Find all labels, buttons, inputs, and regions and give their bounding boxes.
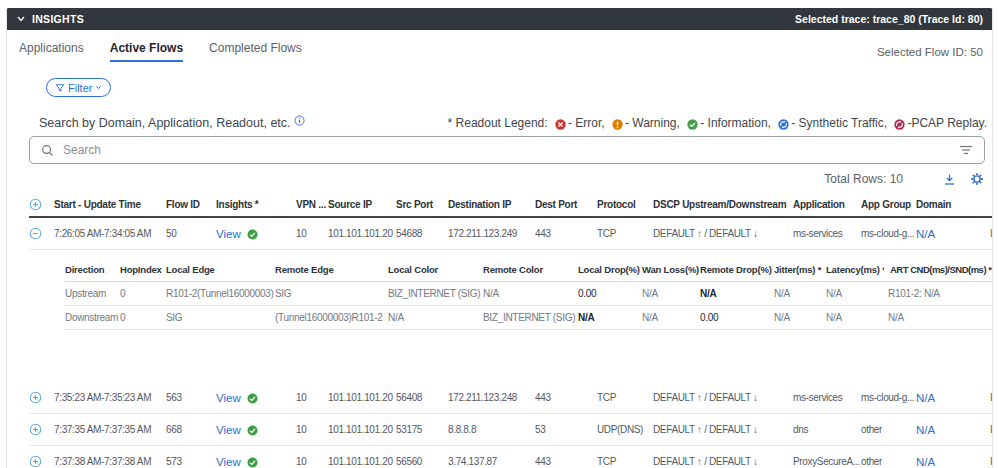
panel-titlebar[interactable]: INSIGHTS Selected trace: trace_80 (Trace… [6, 8, 993, 30]
info-icon[interactable] [294, 115, 305, 126]
domain-link[interactable]: N/A [916, 424, 935, 436]
view-insights-link[interactable]: View [216, 392, 241, 404]
hop-row-upstream: Upstream 0 R101-2(Tunnel16000003) SIG BI… [65, 282, 993, 306]
view-insights-link[interactable]: View [216, 456, 241, 468]
search-icon [41, 144, 54, 157]
information-readout-icon [247, 457, 258, 468]
expand-row-icon[interactable] [29, 423, 42, 436]
information-readout-icon [247, 229, 258, 240]
search-input[interactable] [63, 143, 950, 157]
selected-flow-label: Selected Flow ID: 50 [877, 46, 983, 58]
synthetic-traffic-icon [778, 119, 789, 130]
filter-button[interactable]: Filter [46, 78, 111, 97]
expand-all-icon[interactable] [29, 198, 42, 211]
insights-panel: INSIGHTS Selected trace: trace_80 (Trace… [6, 8, 993, 468]
expand-row-icon[interactable] [29, 455, 42, 468]
table-row-flow-563: 7:35:23 AM-7:35:23 AM 563 View 10 101.10… [29, 382, 993, 414]
tab-completed-flows[interactable]: Completed Flows [209, 41, 302, 62]
expand-row-icon[interactable] [29, 391, 42, 404]
download-icon[interactable] [943, 173, 956, 186]
gear-icon[interactable] [970, 172, 984, 186]
expanded-row-detail: Direction HopIndex Local Edge Remote Edg… [29, 250, 993, 383]
pcap-replay-icon [894, 119, 905, 130]
view-insights-link[interactable]: View [216, 424, 241, 436]
domain-link[interactable]: N/A [916, 392, 935, 404]
table-header: Start - Update Time Flow ID Insights * V… [29, 195, 993, 217]
tab-bar: Applications Active Flows Completed Flow… [7, 30, 992, 62]
warning-icon [612, 119, 623, 130]
funnel-icon [55, 83, 65, 93]
filter-list-icon[interactable] [959, 144, 973, 156]
selected-trace-label: Selected trace: trace_80 (Trace Id: 80) [795, 13, 983, 25]
collapse-row-icon[interactable] [29, 227, 42, 240]
tab-active-flows[interactable]: Active Flows [110, 41, 183, 62]
collapse-chevron-icon [16, 14, 26, 24]
information-icon [687, 119, 698, 130]
table-row-flow-50: 7:26:05 AM-7:34:05 AM 50 View 10 101.101… [29, 217, 993, 250]
total-rows-label: Total Rows: 10 [824, 172, 903, 186]
hop-row-downstream: Downstream 0 SIG (Tunnel16000003)R101-2 … [65, 306, 993, 330]
table-row-flow-573: 7:37:38 AM-7:37:38 AM 573 View 10 101.10… [29, 446, 993, 468]
domain-link[interactable]: N/A [916, 456, 935, 468]
error-icon [555, 119, 566, 130]
chevron-down-icon [95, 84, 102, 91]
flows-table: Start - Update Time Flow ID Insights * V… [29, 195, 992, 468]
panel-title: INSIGHTS [32, 13, 84, 25]
search-help-label: Search by Domain, Application, Readout, … [39, 116, 291, 130]
readout-legend: * Readout Legend: - Error, - Warning, - … [448, 116, 987, 130]
search-bar[interactable] [29, 136, 985, 164]
domain-link[interactable]: N/A [916, 228, 935, 240]
hop-detail-table: Direction HopIndex Local Edge Remote Edg… [65, 260, 993, 330]
information-readout-icon [247, 393, 258, 404]
information-readout-icon [247, 425, 258, 436]
tab-applications[interactable]: Applications [19, 41, 84, 62]
view-insights-link[interactable]: View [216, 228, 241, 240]
table-row-flow-668: 7:37:35 AM-7:37:35 AM 668 View 10 101.10… [29, 414, 993, 446]
